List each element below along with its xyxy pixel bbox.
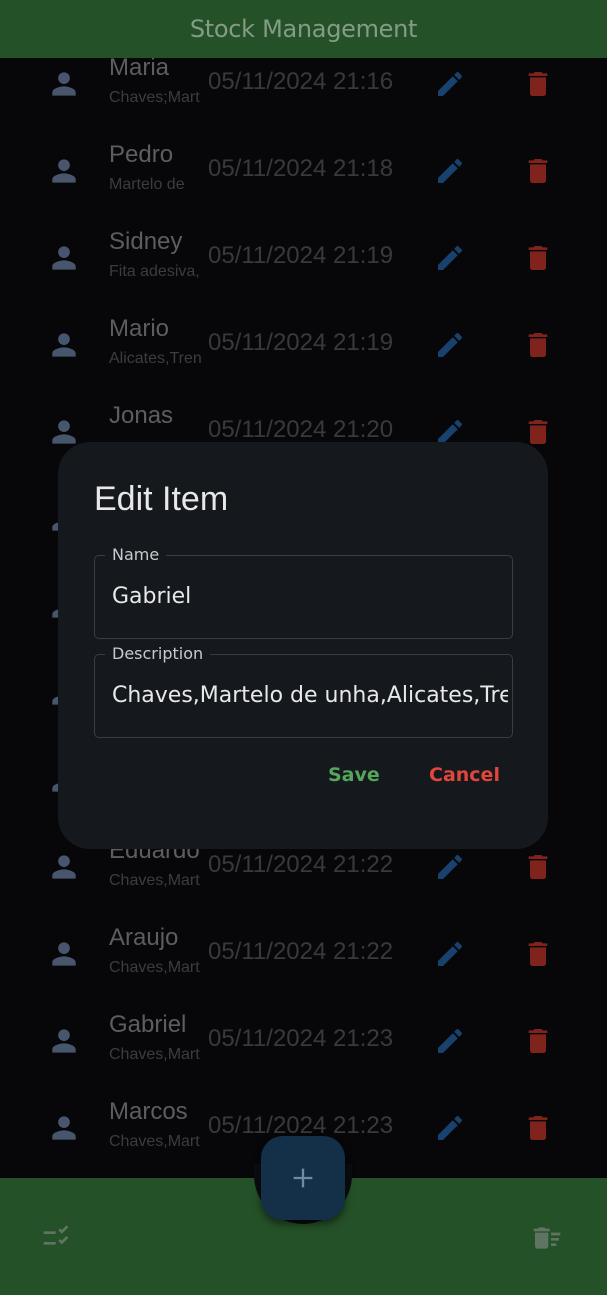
name-field-label: Name [105, 545, 167, 564]
name-field[interactable]: Name Gabriel [94, 545, 513, 639]
name-field-value[interactable]: Gabriel [112, 584, 508, 609]
add-item-button[interactable] [261, 1136, 345, 1220]
app-title: Stock Management [189, 15, 418, 43]
delete-sweep-icon[interactable] [531, 1222, 563, 1254]
checklist-icon[interactable] [41, 1222, 73, 1254]
save-button[interactable]: Save [328, 764, 380, 786]
description-field-label: Description [105, 644, 211, 663]
dialog-title: Edit Item [94, 480, 229, 518]
description-field-value[interactable]: Chaves,Martelo de unha,Alicates,Trena [112, 683, 508, 708]
edit-item-dialog: Edit Item Name Gabriel Description Chave… [58, 442, 548, 849]
description-field[interactable]: Description Chaves,Martelo de unha,Alica… [94, 644, 513, 738]
app-bar: Stock Management [0, 0, 607, 58]
plus-icon [293, 1168, 313, 1188]
cancel-button[interactable]: Cancel [429, 764, 500, 786]
